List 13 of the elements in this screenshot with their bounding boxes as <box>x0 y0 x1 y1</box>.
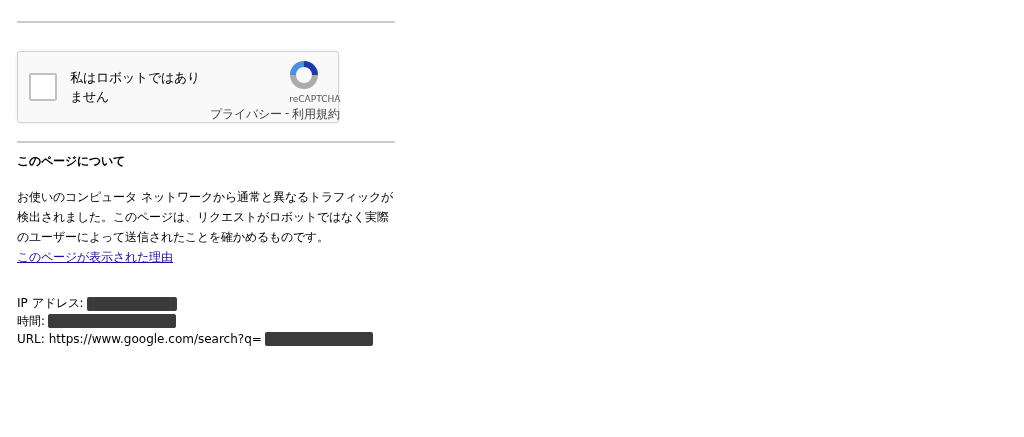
terms-link[interactable]: 利用規約 <box>292 106 341 123</box>
privacy-link[interactable]: プライバシー <box>210 106 282 123</box>
checkbox-label: 私はロボットではありません <box>70 69 201 106</box>
detail-label: 時間: <box>17 312 46 330</box>
detail-label: IP アドレス: <box>17 295 84 313</box>
description-paragraph: お使いのコンピュータ ネットワークから通常と異なるトラフィックが検出されました。このページは、リクエストがロボットではなく実際のユーザーによって送信されたことを確かめるものです。 このページが表示された理由 <box>17 189 394 266</box>
checkbox[interactable] <box>29 73 57 101</box>
recaptcha-logo-icon <box>288 59 321 91</box>
detail-label: URL: https://www.google.com/search?q= <box>17 331 262 346</box>
section-heading: このページについて <box>17 153 126 170</box>
brand-text: reCAPTCHA <box>289 94 341 104</box>
separator-text: - <box>285 106 290 122</box>
reason-link[interactable]: このページが表示された理由 <box>17 250 173 264</box>
